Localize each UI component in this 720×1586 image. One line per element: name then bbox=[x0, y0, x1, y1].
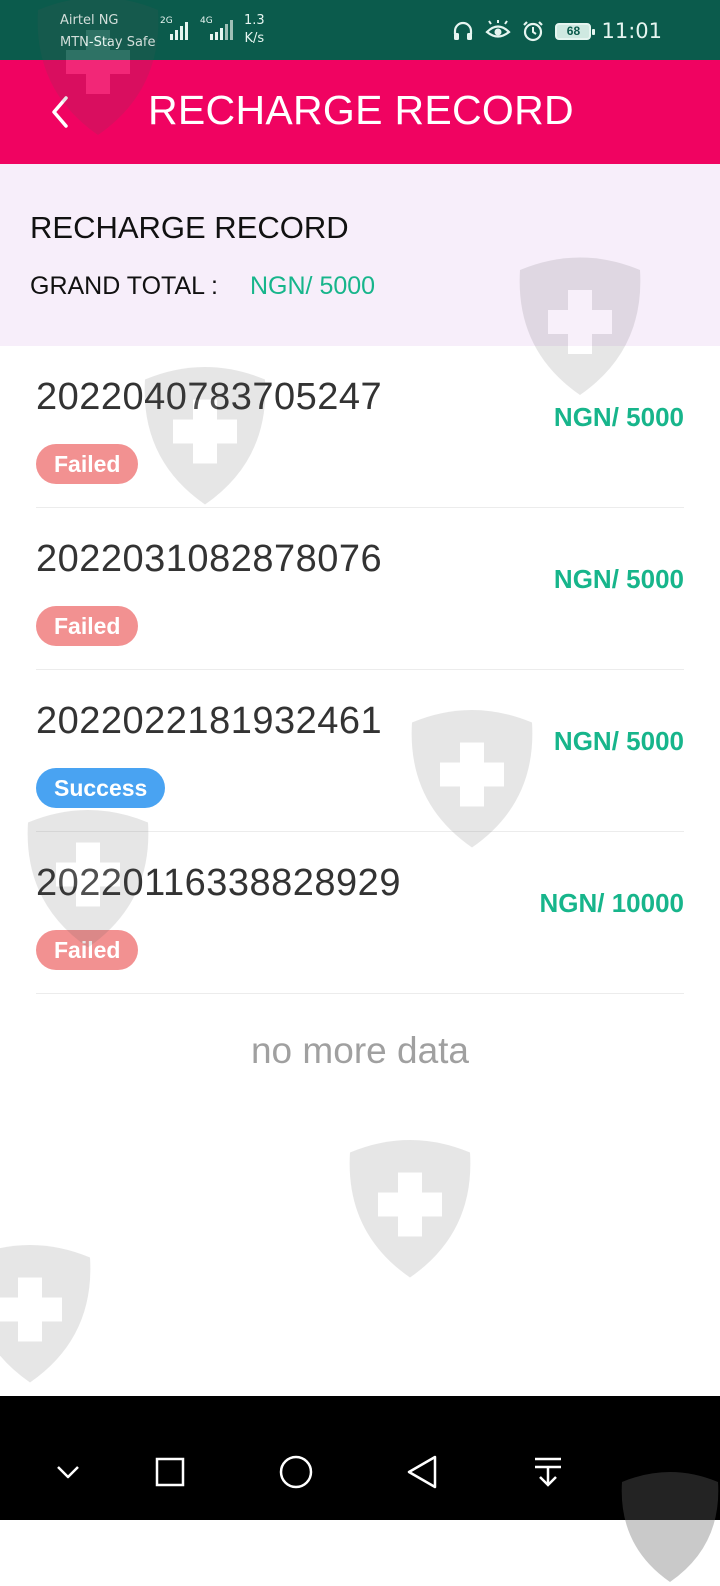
carrier-2: MTN-Stay Safe bbox=[60, 35, 156, 50]
shield-watermark-icon bbox=[0, 1245, 91, 1383]
record-list: 2022040783705247 Failed NGN/ 5000 202203… bbox=[0, 346, 720, 994]
headphones-icon bbox=[454, 21, 473, 40]
shield-watermark-icon bbox=[621, 1472, 719, 1582]
alarm-icon bbox=[523, 21, 544, 42]
battery-icon: 68 bbox=[555, 22, 596, 40]
battery-level: 68 bbox=[566, 24, 581, 38]
system-nav-bar bbox=[0, 1396, 720, 1582]
signal-2-icon bbox=[210, 20, 233, 40]
record-item[interactable]: 2022031082878076 Failed NGN/ 5000 bbox=[36, 508, 684, 670]
grand-total-label: GRAND TOTAL : bbox=[30, 272, 219, 300]
notification-pull-icon[interactable] bbox=[528, 1452, 568, 1492]
speed-value: 1.3 bbox=[244, 13, 265, 28]
grand-total-value: NGN/ 5000 bbox=[250, 272, 376, 300]
back-icon[interactable] bbox=[402, 1452, 442, 1492]
clock: 11:01 bbox=[601, 19, 662, 43]
record-item[interactable]: 2022022181932461 Success NGN/ 5000 bbox=[36, 670, 684, 832]
signal-indicators: 2G 4G bbox=[158, 14, 238, 44]
speed-unit: K/s bbox=[244, 31, 265, 46]
status-badge: Failed bbox=[36, 606, 139, 646]
home-icon[interactable] bbox=[276, 1452, 316, 1492]
app-header: RECHARGE RECORD bbox=[0, 60, 720, 164]
status-badge: Failed bbox=[36, 930, 139, 970]
status-badge: Failed bbox=[36, 444, 139, 484]
net-speed: 1.3 K/s bbox=[244, 12, 265, 48]
signal-1-icon bbox=[170, 22, 188, 40]
record-item[interactable]: 2022011633882892‌9 Failed NGN/ 10000 bbox=[36, 832, 684, 994]
eye-icon bbox=[485, 20, 512, 38]
carrier-1: Airtel NG bbox=[60, 13, 119, 28]
shield-watermark-icon bbox=[349, 1140, 471, 1278]
record-id: 2022011633882892‌9 bbox=[36, 862, 401, 904]
recent-apps-icon[interactable] bbox=[150, 1452, 190, 1492]
back-button[interactable] bbox=[30, 82, 90, 142]
record-id: 2022022181932461 bbox=[36, 700, 383, 742]
record-item[interactable]: 2022040783705247 Failed NGN/ 5000 bbox=[36, 346, 684, 508]
no-more-data-text: no more data bbox=[250, 1030, 470, 1071]
chevron-left-icon bbox=[52, 96, 68, 128]
record-amount: NGN/ 5000 bbox=[553, 564, 684, 594]
summary-panel: RECHARGE RECORD GRAND TOTAL : NGN/ 5000 bbox=[0, 164, 720, 346]
record-amount: NGN/ 5000 bbox=[553, 726, 684, 756]
record-amount: NGN/ 5000 bbox=[553, 402, 684, 432]
status-icons: 68 11:01 bbox=[451, 14, 662, 48]
chevron-down-icon[interactable] bbox=[48, 1452, 88, 1492]
page-title: RECHARGE RECORD bbox=[148, 87, 574, 133]
status-bar: Airtel NG MTN-Stay Safe 2G 4G 1.3 K/s 68… bbox=[0, 0, 720, 60]
record-id: 2022040783705247 bbox=[36, 376, 383, 418]
record-id: 2022031082878076 bbox=[36, 538, 383, 580]
status-badge: Success bbox=[36, 768, 166, 808]
summary-title: RECHARGE RECORD bbox=[30, 210, 349, 245]
carrier-info: Airtel NG MTN-Stay Safe bbox=[60, 10, 156, 54]
record-amount: NGN/ 10000 bbox=[539, 888, 684, 918]
